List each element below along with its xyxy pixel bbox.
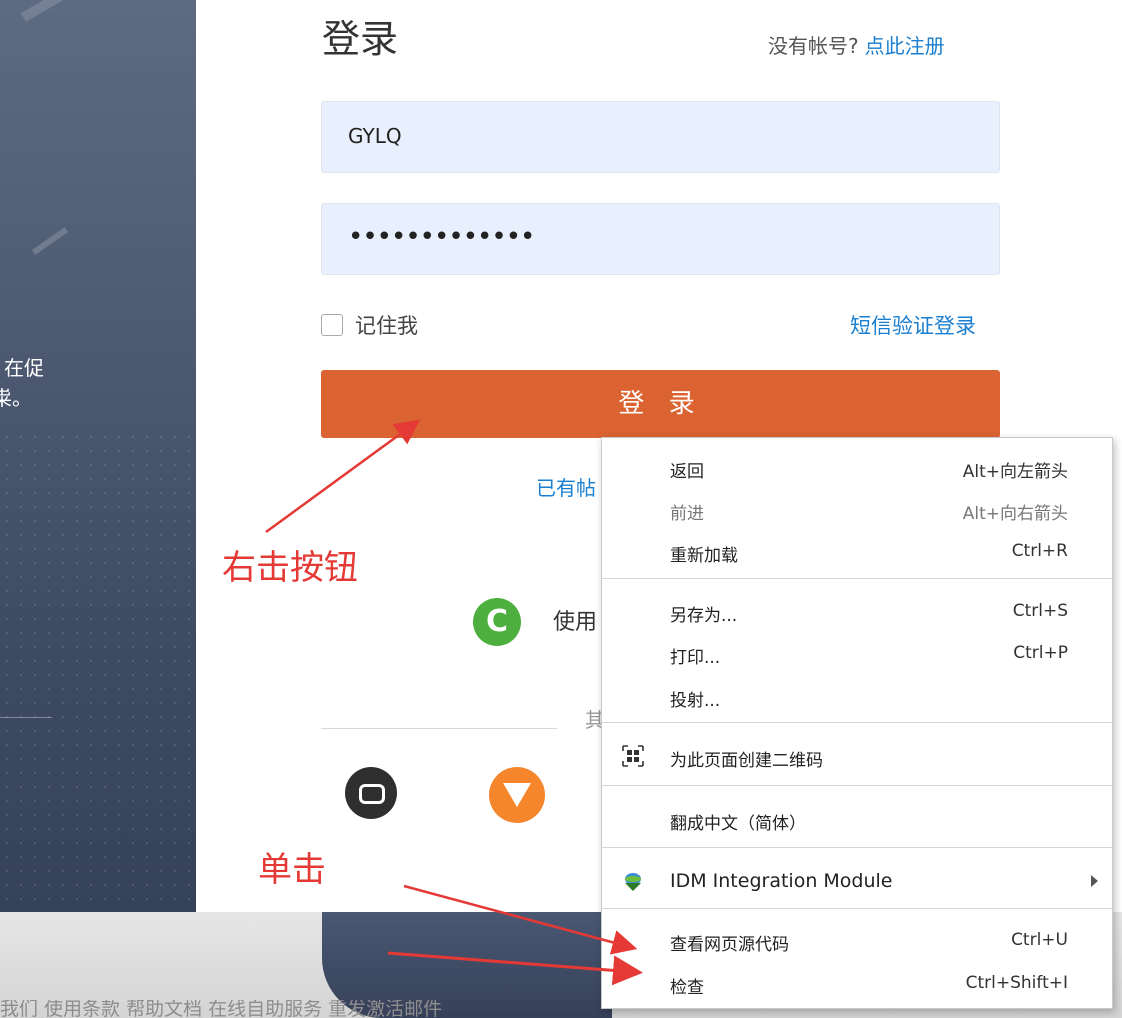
menu-item-qr-code[interactable]: 为此页面创建二维码 [602,736,1112,776]
menu-label: 返回 [670,462,704,482]
left-banner: 在促 粜。 [0,0,196,912]
decor-dots [0,430,196,910]
login-button[interactable]: 登 录 [321,370,1000,438]
menu-label: 投射... [670,691,721,711]
menu-item-inspect[interactable]: 检查 Ctrl+Shift+I [602,963,1112,1003]
menu-shortcut: Alt+向右箭头 [962,504,1068,524]
decor-streak [20,0,70,22]
menu-label: 打印... [670,648,721,668]
menu-label: 另存为... [670,606,738,626]
menu-label: 前进 [670,504,704,524]
menu-item-forward[interactable]: 前进 Alt+向右箭头 [602,489,1112,529]
gitlab-icon-shape [503,783,531,807]
menu-item-view-source[interactable]: 查看网页源代码 Ctrl+U [602,920,1112,960]
menu-label: IDM Integration Module [670,870,893,892]
menu-label: 重新加载 [670,546,738,566]
remember-label: 记住我 [355,314,418,338]
menu-item-reload[interactable]: 重新加载 Ctrl+R [602,531,1112,571]
menu-separator [602,847,1112,848]
remember-me[interactable]: 记住我 [321,310,418,340]
menu-item-save-as[interactable]: 另存为... Ctrl+S [602,591,1112,631]
gitlab-login-icon[interactable] [489,767,545,823]
c-logo-icon[interactable]: C [473,598,521,646]
decor-line [0,717,52,718]
qr-code-icon [622,745,644,767]
register-link[interactable]: 点此注册 [865,34,945,58]
password-value: ••••••••••••• [348,222,535,252]
menu-shortcut: Ctrl+R [1011,541,1068,561]
menu-shortcut: Ctrl+S [1012,601,1068,621]
username-value: GYLQ [348,124,402,148]
idm-icon [625,873,641,891]
menu-item-print[interactable]: 打印... Ctrl+P [602,633,1112,673]
footer-links[interactable]: 我们 使用条款 帮助文档 在线自助服务 重发激活邮件 [0,1000,610,1018]
menu-item-cast[interactable]: 投射... [602,676,1112,716]
menu-item-back[interactable]: 返回 Alt+向左箭头 [602,447,1112,487]
menu-separator [602,908,1112,909]
annotation-click: 单击 [258,850,326,890]
link-login-icon[interactable] [345,767,397,819]
no-account-text: 没有帐号? [768,34,859,58]
remember-checkbox[interactable] [321,314,343,336]
banner-text-line2: 粜。 [0,386,32,410]
decor-streak [31,227,69,255]
menu-shortcut: Ctrl+Shift+I [965,973,1068,993]
menu-label: 为此页面创建二维码 [670,751,823,771]
menu-label: 翻成中文（简体） [670,814,806,834]
menu-label: 查看网页源代码 [670,935,789,955]
username-input[interactable]: GYLQ [321,101,1000,173]
link-icon-shape [359,784,385,804]
menu-shortcut: Ctrl+P [1013,643,1068,663]
page-title: 登录 [322,17,399,61]
menu-item-idm[interactable]: IDM Integration Module [602,861,1112,901]
arrow-to-login-button [265,419,421,534]
menu-shortcut: Ctrl+U [1011,930,1068,950]
submenu-arrow-icon [1091,875,1098,887]
password-input[interactable]: ••••••••••••• [321,203,1000,275]
banner-text-line1: 在促 [4,356,44,380]
sms-login-link[interactable]: 短信验证登录 [850,310,976,340]
menu-separator [602,785,1112,786]
annotation-right-click: 右击按钮 [222,548,358,588]
menu-label: 检查 [670,978,704,998]
menu-item-translate[interactable]: 翻成中文（简体） [602,799,1112,839]
context-menu: 返回 Alt+向左箭头 前进 Alt+向右箭头 重新加载 Ctrl+R 另存为.… [601,437,1113,1009]
menu-separator [602,722,1112,723]
divider [321,728,557,729]
register-prompt: 没有帐号? 点此注册 [768,30,945,59]
use-account-text[interactable]: 使用 [553,604,597,636]
menu-separator [602,578,1112,579]
have-account-link[interactable]: 已有帖 [536,472,596,501]
menu-shortcut: Alt+向左箭头 [962,462,1068,482]
